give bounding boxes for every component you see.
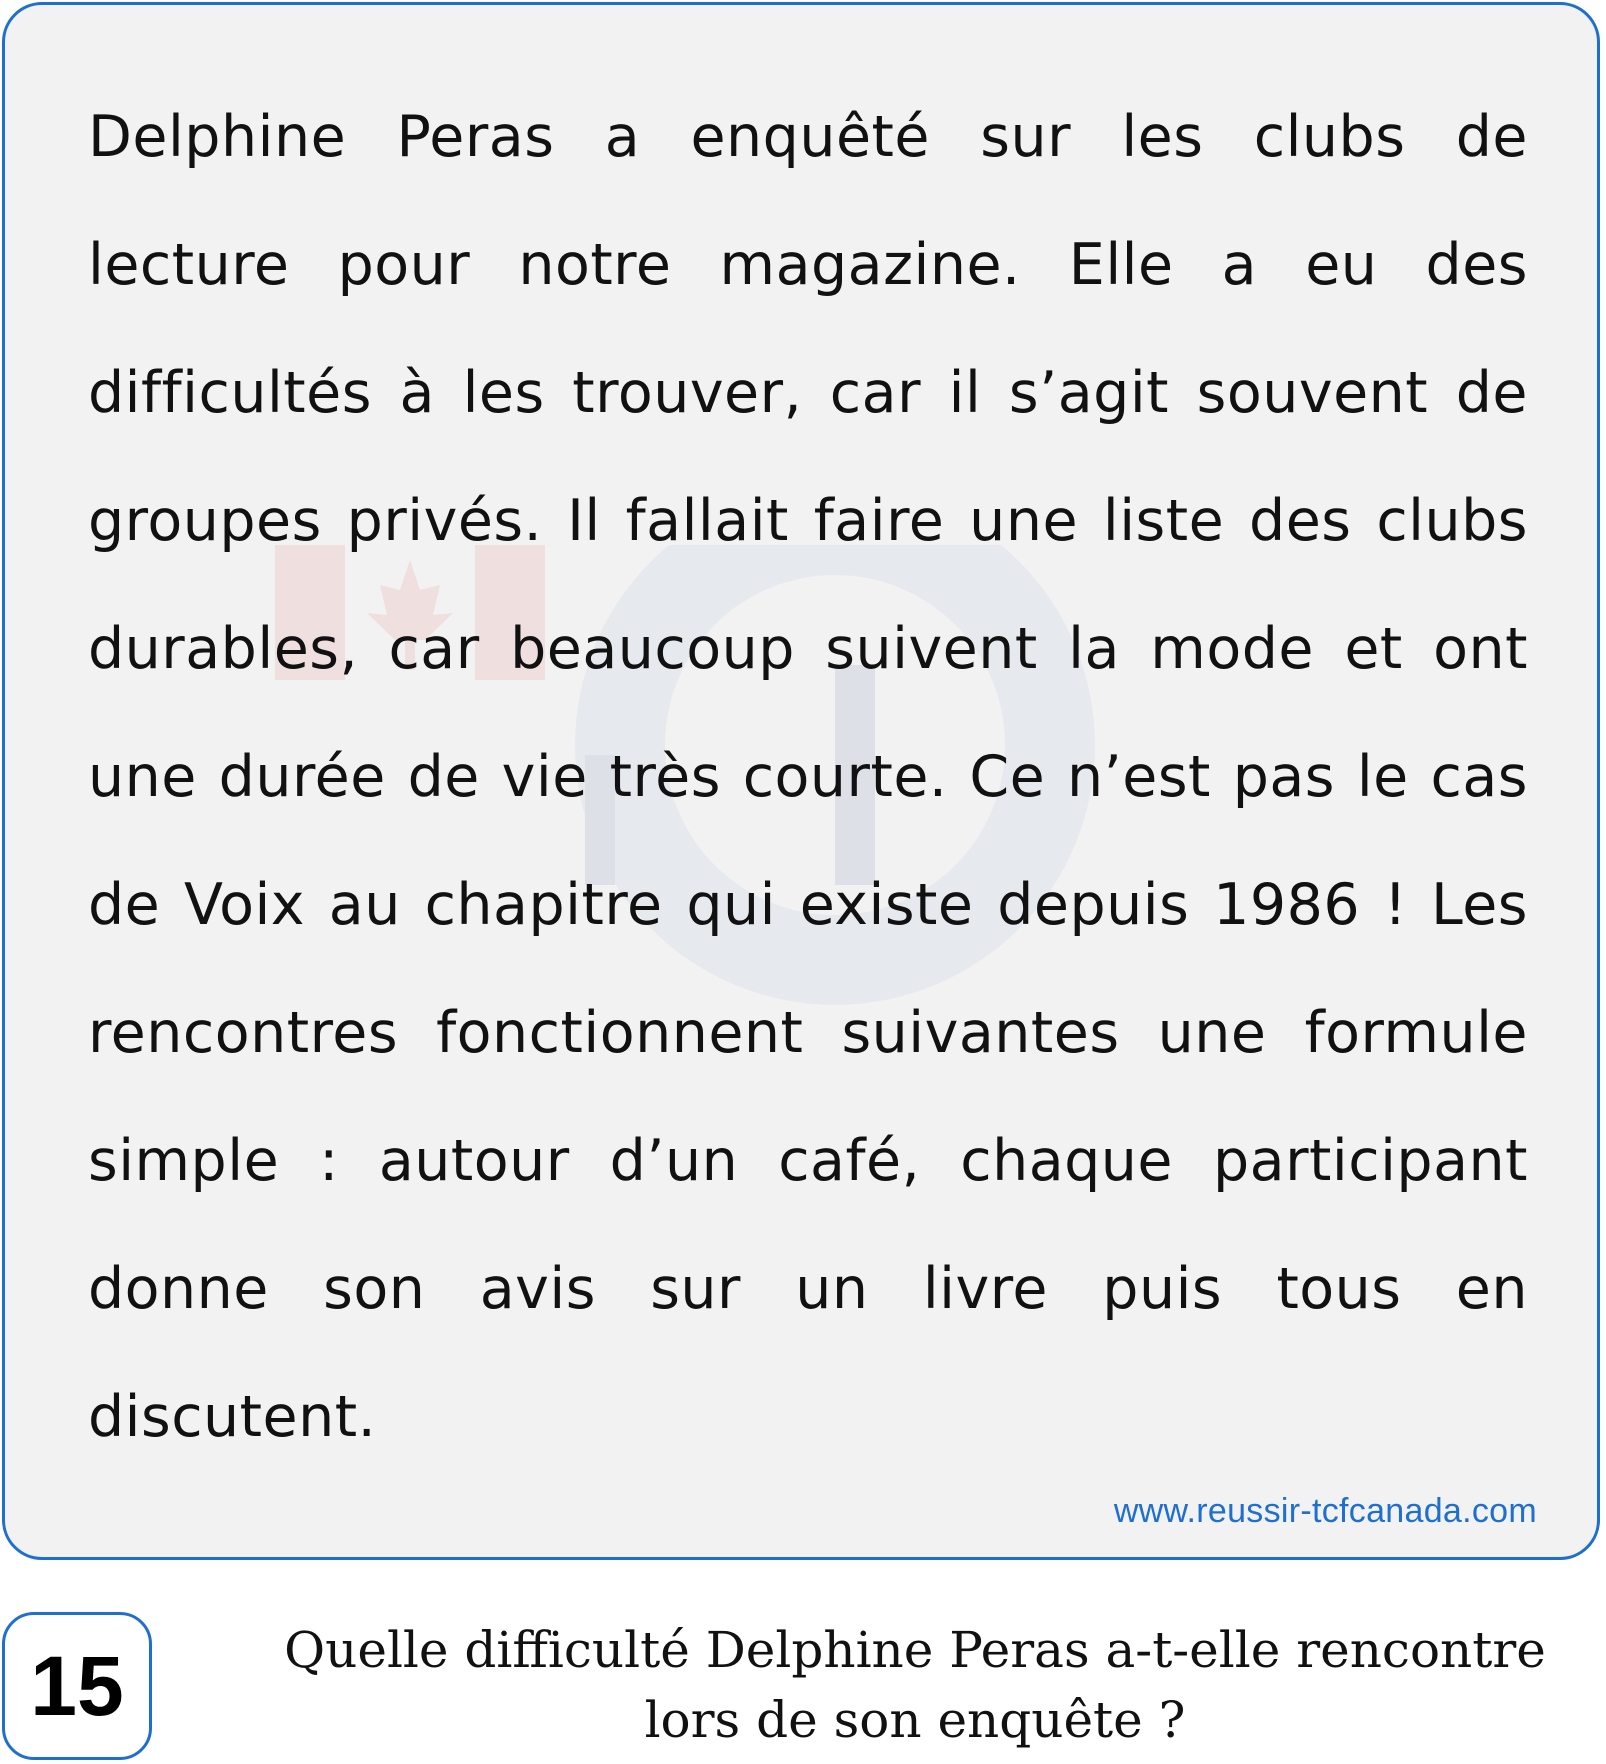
website-url[interactable]: www.reussir-tcfcanada.com	[1114, 1492, 1537, 1531]
passage-card: Delphine Peras a enquêté sur les clubs d…	[2, 2, 1600, 1560]
passage-text: Delphine Peras a enquêté sur les clubs d…	[88, 104, 1528, 1450]
question-text: Quelle difficulté Delphine Peras a-t-ell…	[284, 1621, 1546, 1749]
question-number-badge: 15	[2, 1612, 152, 1760]
